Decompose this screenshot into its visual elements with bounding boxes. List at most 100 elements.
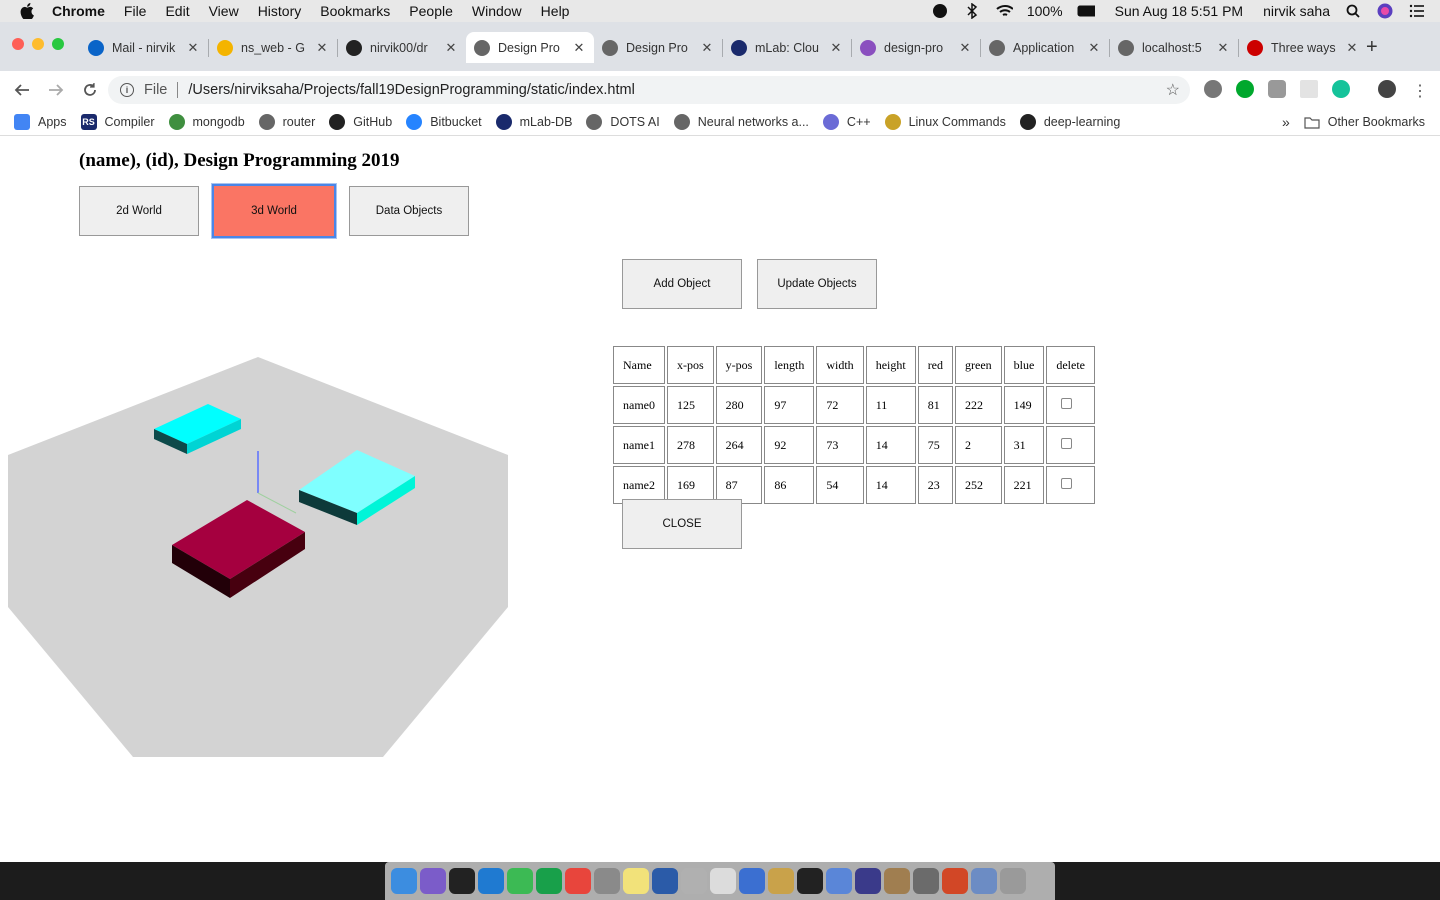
tab-close-icon[interactable]: ✕ [1087,40,1101,56]
table-cell[interactable]: 54 [816,466,864,504]
bookmark-item[interactable]: Neural networks a... [673,114,809,130]
update-objects-button[interactable]: Update Objects [757,259,877,309]
bookmark-item[interactable]: mongodb [168,114,245,130]
2d-world-button[interactable]: 2d World [79,186,199,236]
table-cell[interactable]: 278 [667,426,714,464]
browser-tab[interactable]: mLab: Clou ✕ [723,32,851,63]
dock-app-icon[interactable] [739,868,765,894]
menu-history[interactable]: History [258,3,302,19]
dock-app-icon[interactable] [449,868,475,894]
dock-app-icon[interactable] [420,868,446,894]
bookmark-item[interactable]: DOTS AI [586,114,660,130]
dock-app-icon[interactable] [826,868,852,894]
other-bookmarks-folder[interactable]: Other Bookmarks [1304,114,1425,130]
back-arrow-icon[interactable] [12,80,32,100]
3d-world-canvas[interactable] [0,357,520,757]
table-cell[interactable]: 31 [1003,426,1045,464]
browser-tab[interactable]: Application ✕ [981,32,1109,63]
delete-checkbox[interactable] [1061,477,1073,489]
dock-app-icon[interactable] [652,868,678,894]
wifi-icon[interactable] [995,3,1013,19]
dock-app-icon[interactable] [884,868,910,894]
tab-close-icon[interactable]: ✕ [572,40,586,56]
dock-app-icon[interactable] [507,868,533,894]
close-button[interactable]: CLOSE [622,499,742,549]
dock-app-icon[interactable] [768,868,794,894]
menu-bookmarks[interactable]: Bookmarks [320,3,390,19]
table-cell[interactable]: 149 [1003,386,1045,424]
table-cell[interactable]: 73 [816,426,864,464]
browser-tab[interactable]: Design Pro ✕ [466,32,594,63]
dock-app-icon[interactable] [942,868,968,894]
menu-view[interactable]: View [209,3,239,19]
address-url[interactable]: /Users/nirviksaha/Projects/fall19DesignP… [188,82,634,98]
table-cell[interactable]: 23 [917,466,954,504]
extension-shield-icon[interactable] [1268,80,1286,98]
data-objects-button[interactable]: Data Objects [349,186,469,236]
dock-app-icon[interactable] [1000,868,1026,894]
tab-close-icon[interactable]: ✕ [1216,40,1230,56]
table-cell[interactable]: 92 [764,426,815,464]
extension-grid-icon[interactable] [1300,80,1318,98]
tab-close-icon[interactable]: ✕ [315,40,329,56]
table-cell[interactable]: name0 [613,386,665,424]
bookmark-star-icon[interactable]: ☆ [1166,80,1180,100]
table-cell[interactable]: 11 [865,386,916,424]
browser-tab[interactable]: nirvik00/dr ✕ [338,32,466,63]
bookmark-item[interactable]: GitHub [329,114,392,130]
minimize-window-button[interactable] [32,38,44,50]
chrome-menu-icon[interactable]: ⋮ [1412,81,1428,101]
dock-app-icon[interactable] [797,868,823,894]
table-cell[interactable]: 14 [865,466,916,504]
table-cell[interactable]: 264 [715,426,763,464]
extension-evernote-icon[interactable] [1236,80,1254,98]
browser-tab[interactable]: Three ways ✕ [1239,32,1367,63]
siri-icon[interactable] [1376,3,1394,19]
table-cell[interactable]: 75 [917,426,954,464]
tab-close-icon[interactable]: ✕ [700,40,714,56]
menubar-user[interactable]: nirvik saha [1263,3,1330,19]
menu-window[interactable]: Window [472,3,522,19]
maximize-window-button[interactable] [52,38,64,50]
status-app-icon[interactable] [931,3,949,19]
tab-close-icon[interactable]: ✕ [829,40,843,56]
dock-app-icon[interactable] [913,868,939,894]
3d-world-button[interactable]: 3d World [212,184,336,238]
extension-circle-icon[interactable] [1204,80,1222,98]
dock-app-icon[interactable] [594,868,620,894]
dock-app-icon[interactable] [855,868,881,894]
tab-close-icon[interactable]: ✕ [1345,40,1359,56]
dock-app-icon[interactable] [681,868,707,894]
profile-avatar-icon[interactable] [1378,80,1396,98]
dock-app-icon[interactable] [971,868,997,894]
bookmark-item[interactable]: Linux Commands [884,114,1006,130]
dock-app-icon[interactable] [565,868,591,894]
address-bar[interactable]: i File /Users/nirviksaha/Projects/fall19… [108,76,1190,104]
menubar-clock[interactable]: Sun Aug 18 5:51 PM [1115,3,1243,19]
bookmark-item[interactable]: Apps [14,114,67,130]
new-tab-plus-icon[interactable]: + [1366,36,1378,59]
browser-tab[interactable]: Design Pro ✕ [594,32,722,63]
menu-people[interactable]: People [409,3,453,19]
menu-edit[interactable]: Edit [165,3,189,19]
table-cell[interactable]: 97 [764,386,815,424]
dock-app-icon[interactable] [391,868,417,894]
close-window-button[interactable] [12,38,24,50]
table-cell[interactable]: 2 [955,426,1002,464]
browser-tab[interactable]: Mail - nirvik ✕ [80,32,208,63]
bookmarks-more-icon[interactable]: » [1282,114,1290,130]
reload-icon[interactable] [80,80,100,100]
bookmark-item[interactable]: C++ [822,114,871,130]
bookmark-item[interactable]: mLab-DB [495,114,572,130]
dock-app-icon[interactable] [710,868,736,894]
table-cell[interactable]: 14 [865,426,916,464]
tab-close-icon[interactable]: ✕ [958,40,972,56]
browser-tab[interactable]: design-pro ✕ [852,32,980,63]
table-cell[interactable]: 81 [917,386,954,424]
menu-file[interactable]: File [124,3,147,19]
tab-close-icon[interactable]: ✕ [444,40,458,56]
forward-arrow-icon[interactable] [46,80,66,100]
extension-grammarly-icon[interactable] [1332,80,1350,98]
dock-app-icon[interactable] [478,868,504,894]
bookmark-item[interactable]: deep-learning [1019,114,1120,130]
